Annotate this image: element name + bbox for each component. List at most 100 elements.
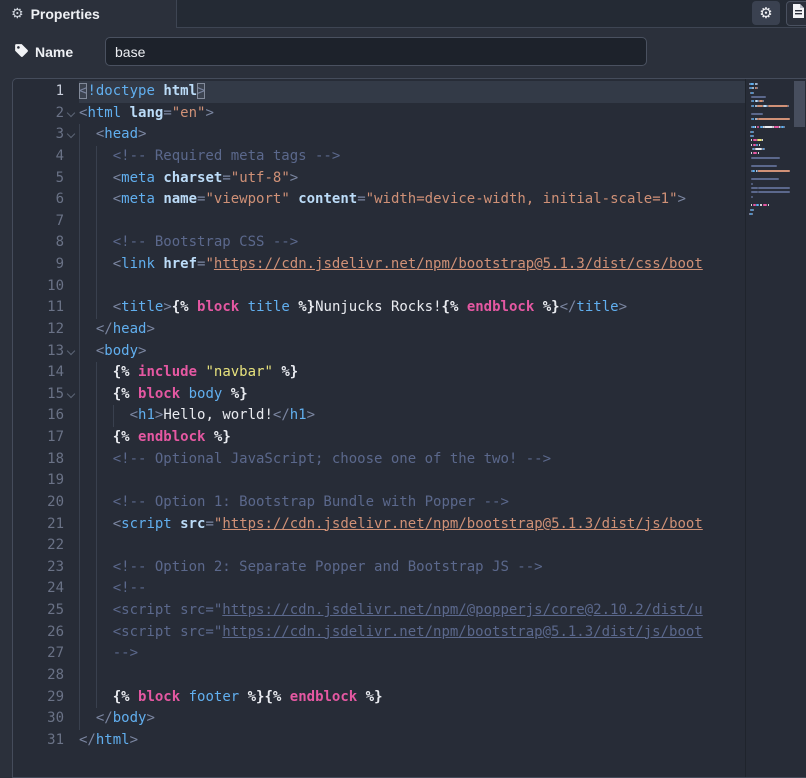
line-number[interactable]: 23	[13, 557, 64, 579]
code-line[interactable]: 7	[13, 210, 745, 233]
code-text[interactable]	[79, 664, 745, 687]
code-line[interactable]: 13 <body>	[13, 340, 745, 363]
line-number[interactable]: 10	[13, 276, 64, 298]
code-text[interactable]: -->	[79, 643, 745, 665]
code-text[interactable]: </head>	[79, 318, 745, 341]
code-text[interactable]: <!-- Optional JavaScript; choose one of …	[79, 448, 745, 471]
line-number[interactable]: 4	[13, 146, 64, 168]
code-line[interactable]: 28	[13, 664, 745, 687]
line-number[interactable]: 28	[13, 665, 64, 687]
code-lines[interactable]: 1 <!doctype html> 2 <html lang="en"> 3 <head…	[13, 81, 745, 751]
line-number[interactable]: 8	[13, 232, 64, 254]
code-line[interactable]: 21 <script src="https://cdn.jsdelivr.net…	[13, 513, 745, 536]
code-line[interactable]: 4 <!-- Required meta tags -->	[13, 145, 745, 168]
line-number[interactable]: 19	[13, 470, 64, 492]
fold-chevron-icon[interactable]	[64, 341, 79, 363]
line-number[interactable]: 20	[13, 492, 64, 514]
code-text[interactable]: <head>	[79, 124, 745, 146]
line-number[interactable]: 16	[13, 405, 64, 427]
code-line[interactable]: 6 <meta name="viewport" content="width=d…	[13, 189, 745, 211]
code-text[interactable]: {% include "navbar" %}	[79, 362, 745, 384]
minimap[interactable]	[747, 83, 793, 223]
code-line[interactable]: 22	[13, 535, 745, 557]
code-text[interactable]: <!doctype html>	[79, 81, 745, 103]
code-line[interactable]: 14 {% include "navbar" %}	[13, 362, 745, 384]
line-number[interactable]: 29	[13, 687, 64, 709]
line-number[interactable]: 13	[13, 341, 64, 363]
line-number[interactable]: 7	[13, 211, 64, 233]
line-number[interactable]: 11	[13, 297, 64, 319]
line-number[interactable]: 27	[13, 643, 64, 665]
code-text[interactable]: <!-- Required meta tags -->	[79, 145, 745, 168]
code-line[interactable]: 17 {% endblock %}	[13, 427, 745, 449]
line-number[interactable]: 26	[13, 622, 64, 644]
code-line[interactable]: 23 <!-- Option 2: Separate Popper and Bo…	[13, 556, 745, 579]
code-text[interactable]: <h1>Hello, world!</h1>	[79, 405, 745, 427]
line-number[interactable]: 1	[13, 81, 64, 103]
code-line[interactable]: 19	[13, 470, 745, 492]
line-number[interactable]: 15	[13, 384, 64, 406]
code-text[interactable]: {% endblock %}	[79, 427, 745, 449]
code-text[interactable]: <!--	[79, 578, 745, 600]
code-line[interactable]: 9 <link href="https://cdn.jsdelivr.net/n…	[13, 254, 745, 276]
code-line[interactable]: 1 <!doctype html>	[13, 81, 745, 103]
line-number[interactable]: 24	[13, 578, 64, 600]
line-number[interactable]: 18	[13, 449, 64, 471]
code-text[interactable]	[79, 470, 745, 492]
code-line[interactable]: 24 <!--	[13, 578, 745, 600]
code-text[interactable]: <script src="https://cdn.jsdelivr.net/np…	[79, 513, 745, 536]
code-line[interactable]: 26 <script src="https://cdn.jsdelivr.net…	[13, 621, 745, 644]
code-text[interactable]: <meta name="viewport" content="width=dev…	[79, 189, 745, 211]
code-line[interactable]: 11 <title>{% block title %}Nunjucks Rock…	[13, 297, 745, 319]
code-text[interactable]: <!-- Bootstrap CSS -->	[79, 232, 745, 254]
line-number[interactable]: 3	[13, 124, 64, 146]
name-input[interactable]	[105, 37, 647, 66]
code-line[interactable]: 20 <!-- Option 1: Bootstrap Bundle with …	[13, 491, 745, 514]
code-text[interactable]: <script src="https://cdn.jsdelivr.net/np…	[79, 600, 745, 622]
code-text[interactable]	[79, 535, 745, 557]
line-number[interactable]: 25	[13, 600, 64, 622]
line-number[interactable]: 17	[13, 427, 64, 449]
code-text[interactable]: {% block footer %}{% endblock %}	[79, 686, 745, 709]
code-line[interactable]: 30 </body>	[13, 708, 745, 730]
code-line[interactable]: 16 <h1>Hello, world!</h1>	[13, 405, 745, 427]
code-line[interactable]: 12 </head>	[13, 318, 745, 341]
line-number[interactable]: 9	[13, 254, 64, 276]
code-text[interactable]: <link href="https://cdn.jsdelivr.net/npm…	[79, 254, 745, 276]
code-line[interactable]: 29 {% block footer %}{% endblock %}	[13, 686, 745, 709]
tab-properties[interactable]: ⚙ Properties	[0, 0, 177, 28]
scrollbar-thumb[interactable]	[794, 81, 805, 127]
line-number[interactable]: 5	[13, 168, 64, 190]
line-number[interactable]: 22	[13, 535, 64, 557]
line-number[interactable]: 14	[13, 362, 64, 384]
code-line[interactable]: 10	[13, 275, 745, 298]
line-number[interactable]: 2	[13, 103, 64, 125]
code-editor[interactable]: 1 <!doctype html> 2 <html lang="en"> 3 <head…	[12, 78, 806, 778]
code-line[interactable]: 3 <head>	[13, 124, 745, 146]
code-line[interactable]: 5 <meta charset="utf-8">	[13, 167, 745, 190]
settings-button[interactable]: ⚙	[752, 1, 780, 25]
code-text[interactable]: <title>{% block title %}Nunjucks Rocks!{…	[79, 297, 745, 319]
code-text[interactable]: <body>	[79, 340, 745, 363]
line-number[interactable]: 21	[13, 514, 64, 536]
code-line[interactable]: 25 <script src="https://cdn.jsdelivr.net…	[13, 600, 745, 622]
vertical-scrollbar[interactable]	[794, 79, 806, 777]
docs-button[interactable]	[786, 1, 806, 26]
fold-chevron-icon[interactable]	[64, 103, 79, 125]
code-text[interactable]: <html lang="en">	[79, 103, 745, 125]
code-text[interactable]: <script src="https://cdn.jsdelivr.net/np…	[79, 621, 745, 644]
line-number[interactable]: 30	[13, 708, 64, 730]
code-line[interactable]: 27 -->	[13, 643, 745, 665]
line-number[interactable]: 31	[13, 730, 64, 752]
code-line[interactable]: 18 <!-- Optional JavaScript; choose one …	[13, 448, 745, 471]
line-number[interactable]: 12	[13, 319, 64, 341]
code-text[interactable]: <meta charset="utf-8">	[79, 167, 745, 190]
code-text[interactable]: <!-- Option 2: Separate Popper and Boots…	[79, 556, 745, 579]
code-text[interactable]: </body>	[79, 708, 745, 730]
code-text[interactable]: </html>	[79, 730, 745, 752]
code-text[interactable]: {% block body %}	[79, 383, 745, 406]
code-line[interactable]: 31 </html>	[13, 730, 745, 752]
fold-chevron-icon[interactable]	[64, 384, 79, 406]
code-text[interactable]: <!-- Option 1: Bootstrap Bundle with Pop…	[79, 491, 745, 514]
code-text[interactable]	[79, 275, 745, 298]
